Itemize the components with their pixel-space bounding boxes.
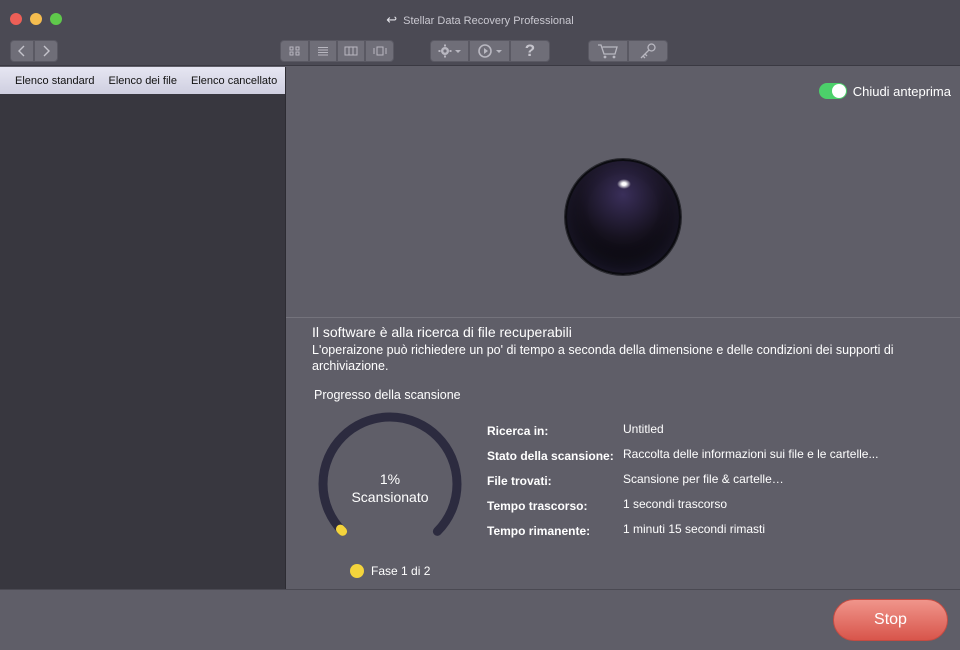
window-title-text: Stellar Data Recovery Professional (403, 15, 574, 27)
preview-panel: Chiudi anteprima Il software è alla rice… (286, 67, 960, 589)
scan-description: L'operaizone può richiedere un po' di te… (312, 343, 894, 373)
detail-label: Tempo rimanente: (487, 524, 591, 538)
history-icon (477, 44, 502, 58)
detail-value: Raccolta delle informazioni sui file e l… (623, 447, 879, 461)
divider (286, 317, 960, 318)
key-icon (640, 43, 656, 59)
list-view-button[interactable] (309, 40, 337, 62)
window-title: ↩ Stellar Data Recovery Professional (0, 12, 960, 28)
detail-value: 1 minuti 15 secondi rimasti (623, 522, 766, 536)
toolbar: ? (0, 38, 960, 66)
scan-progress-title: Progresso della scansione (314, 388, 461, 402)
coverflow-view-button[interactable] (365, 40, 394, 62)
tab-standard-list[interactable]: Elenco standard (0, 75, 102, 87)
chevron-right-icon (43, 45, 50, 57)
scan-percent: 1% (379, 471, 401, 487)
gauge-progress (335, 524, 348, 536)
scan-orb-icon (565, 159, 681, 275)
tab-file-list[interactable]: Elenco dei file (102, 75, 185, 87)
preview-toggle-group: Chiudi anteprima (818, 83, 951, 99)
tab-deleted-list[interactable]: Elenco cancellato (184, 75, 284, 87)
detail-label: Ricerca in: (487, 424, 549, 438)
activate-button[interactable] (628, 40, 668, 62)
help-icon: ? (524, 41, 536, 60)
close-preview-toggle[interactable] (818, 83, 847, 99)
phase-indicator-icon (350, 564, 364, 578)
scan-percent-label: Scansionato (351, 489, 429, 505)
scan-heading: Il software è alla ricerca di file recup… (312, 324, 572, 340)
detail-label: Stato della scansione: (487, 449, 614, 463)
forward-button[interactable] (34, 40, 58, 62)
help-button[interactable]: ? (510, 40, 550, 62)
cart-icon (598, 44, 618, 59)
app-logo-icon: ↩ (386, 12, 398, 27)
back-button[interactable] (10, 40, 34, 62)
grid-view-button[interactable] (280, 40, 309, 62)
coverflow-view-icon (373, 46, 386, 56)
detail-label: Tempo trascorso: (487, 499, 588, 513)
history-button[interactable] (469, 40, 510, 62)
bottom-bar: Stop (0, 589, 960, 650)
scan-phase: Fase 1 di 2 (350, 564, 430, 578)
chevron-left-icon (18, 45, 25, 57)
stop-button[interactable]: Stop (833, 599, 948, 641)
settings-button[interactable] (430, 40, 469, 62)
column-view-button[interactable] (337, 40, 365, 62)
grid-view-icon (289, 46, 299, 56)
column-view-icon (344, 46, 358, 56)
gear-icon (438, 44, 461, 58)
detail-value: Untitled (623, 422, 664, 436)
file-tree-panel: Elenco standard Elenco dei file Elenco c… (0, 67, 286, 589)
title-bar: ↩ Stellar Data Recovery Professional (0, 0, 960, 38)
list-view-icon (318, 47, 328, 56)
close-preview-label: Chiudi anteprima (852, 83, 951, 99)
buy-button[interactable] (588, 40, 628, 62)
detail-value: 1 secondi trascorso (623, 497, 728, 511)
detail-value: Scansione per file & cartelle… (623, 472, 784, 486)
scan-phase-text: Fase 1 di 2 (371, 564, 431, 578)
list-tabs: Elenco standard Elenco dei file Elenco c… (0, 67, 285, 94)
detail-label: File trovati: (487, 474, 552, 488)
